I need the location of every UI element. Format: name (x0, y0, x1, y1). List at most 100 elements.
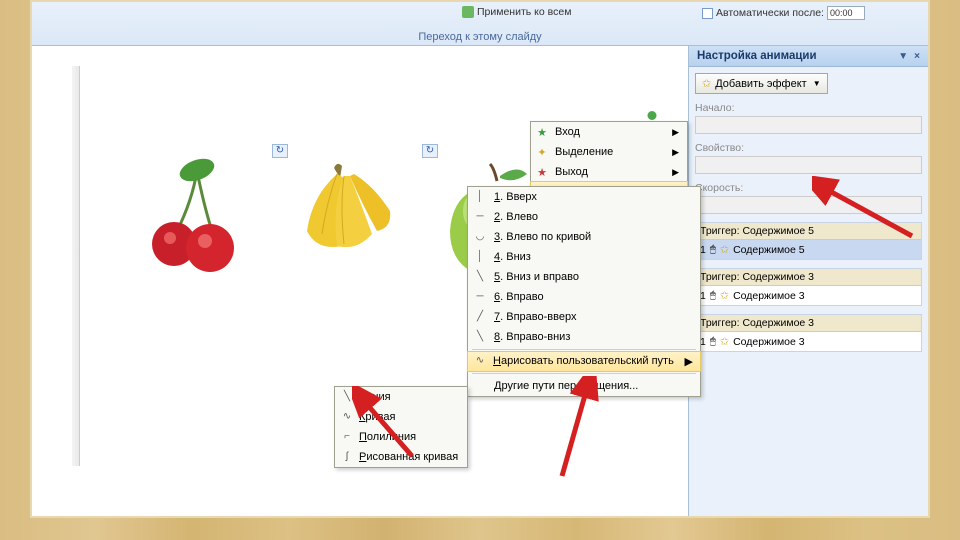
custom-path-item[interactable]: ʃ Рисованная кривая (335, 447, 467, 467)
item-label: Содержимое 5 (733, 244, 805, 256)
item-label: Содержимое 3 (733, 290, 805, 302)
vertical-ruler (72, 66, 80, 466)
custom-path-label: Полилиния (359, 431, 416, 443)
property-dropdown[interactable] (695, 156, 922, 174)
separator (472, 349, 696, 350)
path-icon: ─ (473, 211, 487, 222)
mouse-icon: 🖱 (710, 290, 716, 301)
app-window: Применить ко всем Автоматически после: 0… (30, 0, 930, 518)
path-label: 1. Вверх (494, 191, 537, 203)
path-icon: ╱ (473, 311, 487, 322)
shape-icon: ∿ (340, 411, 354, 422)
trigger-header: Триггер: Содержимое 3 (696, 269, 921, 286)
custom-path-item[interactable]: ╲Линия (335, 387, 467, 407)
main-area: Настройка анимации ▼ × ✩ Добавить эффект… (32, 46, 928, 516)
motion-path-item[interactable]: ◡ 3. Влево по кривой (468, 227, 700, 247)
start-dropdown[interactable] (695, 116, 922, 134)
auto-after-label: Автоматически после: (716, 7, 824, 19)
path-label: 3. Влево по кривой (494, 231, 591, 243)
trigger-header: Триггер: Содержимое 3 (696, 315, 921, 332)
category-icon: ★ (535, 166, 549, 179)
trigger-item[interactable]: 1🖱✩Содержимое 3 (696, 286, 921, 305)
start-label: Начало: (695, 102, 735, 114)
mouse-icon: 🖱 (710, 244, 716, 255)
speed-row: Скорость: (695, 182, 922, 214)
close-icon[interactable]: × (914, 51, 920, 62)
effect-category-item[interactable]: ★Вход▶ (531, 122, 687, 142)
chevron-right-icon: ▶ (672, 167, 679, 178)
draw-custom-path-item[interactable]: ∿ Нарисовать пользовательский путь ▶ (467, 351, 701, 372)
effect-category-item[interactable]: ✦Выделение▶ (531, 142, 687, 162)
background: Применить ко всем Автоматически после: 0… (0, 0, 960, 540)
trigger-item[interactable]: 1🖱✩Содержимое 3 (696, 332, 921, 351)
trigger-group: Триггер: Содержимое 31🖱✩Содержимое 3 (695, 268, 922, 306)
motion-path-item[interactable]: │ 1. Вверх (468, 187, 700, 207)
animation-task-pane: Настройка анимации ▼ × ✩ Добавить эффект… (688, 46, 928, 516)
start-row: Начало: (695, 102, 922, 134)
path-label: 7. Вправо-вверх (494, 311, 576, 323)
custom-path-label: Нарисовать пользовательский путь (493, 355, 674, 368)
motion-path-item[interactable]: ─ 2. Влево (468, 207, 700, 227)
trigger-group: Триггер: Содержимое 31🖱✩Содержимое 3 (695, 314, 922, 352)
other-paths-label: Другие пути перемещения... (494, 380, 638, 392)
custom-path-item[interactable]: ∿ Кривая (335, 407, 467, 427)
chevron-right-icon: ▶ (685, 355, 693, 368)
task-pane-header: Настройка анимации ▼ × (689, 46, 928, 67)
ribbon-section-label: Переход к этому слайду (418, 31, 541, 43)
add-effect-label: Добавить эффект (715, 78, 806, 90)
apply-icon (462, 6, 474, 18)
auto-after-option[interactable]: Автоматически после: 00:00 (702, 6, 865, 20)
speed-dropdown[interactable] (695, 196, 922, 214)
custom-path-label: Рисованная кривая (359, 451, 458, 463)
path-label: 6. Вправо (494, 291, 544, 303)
custom-path-icon: ∿ (473, 355, 487, 366)
path-label: 8. Вправо-вниз (494, 331, 570, 343)
task-pane-body: ✩ Добавить эффект ▼ Начало: Свойство: Ск… (689, 67, 928, 358)
path-label: 2. Влево (494, 211, 538, 223)
apply-label: Применить ко всем (477, 6, 571, 18)
ribbon: Применить ко всем Автоматически после: 0… (32, 2, 928, 46)
path-icon: │ (473, 251, 487, 262)
trigger-group: Триггер: Содержимое 51🖱✩Содержимое 5 (695, 222, 922, 260)
item-label: Содержимое 3 (733, 336, 805, 348)
category-label: Выделение (555, 146, 613, 158)
motion-path-item[interactable]: ╱ 7. Вправо-вверх (468, 307, 700, 327)
separator (472, 373, 696, 374)
star-icon: ✩ (720, 289, 729, 302)
star-icon: ✩ (702, 77, 711, 90)
shape-icon: ʃ (340, 451, 354, 462)
custom-path-item[interactable]: ⌐ Полилиния (335, 427, 467, 447)
mouse-icon: 🖱 (710, 336, 716, 347)
category-icon: ★ (535, 126, 549, 139)
motion-path-item[interactable]: ╲8. Вправо-вниз (468, 327, 700, 347)
cherry-image[interactable] (142, 156, 252, 276)
auto-time-input[interactable]: 00:00 (827, 6, 865, 20)
category-icon: ✦ (535, 146, 549, 159)
other-paths-item[interactable]: Другие пути перемещения... (468, 376, 700, 396)
path-icon: │ (473, 191, 487, 202)
path-icon: ╲ (473, 271, 487, 282)
motion-path-menu: │ 1. Вверх ─ 2. Влево ◡ 3. Влево по кривой │4.… (467, 186, 701, 397)
chevron-right-icon: ▶ (672, 127, 679, 138)
motion-path-item[interactable]: │4. Вниз (468, 247, 700, 267)
custom-path-label: Кривая (359, 411, 395, 423)
star-icon: ✩ (720, 243, 729, 256)
shape-icon: ⌐ (340, 431, 354, 442)
category-label: Выход (555, 166, 588, 178)
path-label: 5. Вниз и вправо (494, 271, 579, 283)
speed-label: Скорость: (695, 182, 743, 194)
banana-image[interactable] (282, 156, 412, 266)
apply-to-all-option[interactable]: Применить ко всем (462, 6, 571, 18)
motion-path-item[interactable]: ╲ 5. Вниз и вправо (468, 267, 700, 287)
effect-category-item[interactable]: ★ Выход ▶ (531, 162, 687, 182)
trigger-item[interactable]: 1🖱✩Содержимое 5 (696, 240, 921, 259)
add-effect-button[interactable]: ✩ Добавить эффект ▼ (695, 73, 828, 94)
checkbox-icon[interactable] (702, 8, 713, 19)
custom-path-menu: ╲Линия ∿ Кривая ⌐ Полилиния ʃ Рисованная крива… (334, 386, 468, 468)
dropdown-arrow-icon[interactable]: ▼ (898, 51, 908, 62)
path-icon: ◡ (473, 231, 487, 242)
star-icon: ✩ (720, 335, 729, 348)
path-icon: ─ (473, 291, 487, 302)
motion-path-item[interactable]: ─ 6. Вправо (468, 287, 700, 307)
rotate-handle[interactable] (648, 111, 657, 120)
